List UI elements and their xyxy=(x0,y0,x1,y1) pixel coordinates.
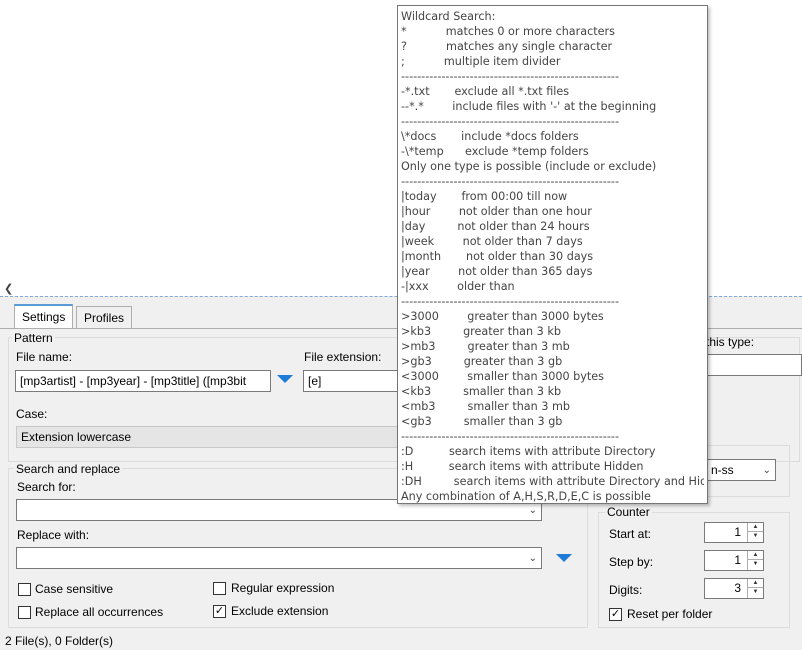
tooltip-line: <kb3 smaller than 3 kb xyxy=(401,385,562,398)
digits-label: Digits: xyxy=(609,583,643,597)
wildcard-help-tooltip: Wildcard Search: * matches 0 or more char… xyxy=(397,5,708,504)
file-name-dropdown-button[interactable] xyxy=(277,375,293,383)
this-type-label: this type: xyxy=(706,335,755,349)
tooltip-line: |day not older than 24 hours xyxy=(401,220,590,233)
tooltip-line: <3000 smaller than 3000 bytes xyxy=(401,370,604,383)
tooltip-line: --*.* include files with '-' at the begi… xyxy=(401,100,657,113)
tooltip-line: :DH search items with attribute Director… xyxy=(401,475,704,488)
spin-down-icon[interactable]: ▼ xyxy=(748,588,763,597)
tooltip-line: ----------------------------------------… xyxy=(401,115,619,128)
tooltip-line: |today from 00:00 till now xyxy=(401,190,568,203)
regex-label: Regular expression xyxy=(231,581,335,595)
tooltip-line: >gb3 greater than 3 gb xyxy=(401,355,563,368)
tooltip-line: ----------------------------------------… xyxy=(401,430,619,443)
file-name-label: File name: xyxy=(16,350,73,364)
step-by-label: Step by: xyxy=(609,555,654,569)
tooltip-line: <gb3 smaller than 3 gb xyxy=(401,415,563,428)
tab-settings[interactable]: Settings xyxy=(14,304,74,328)
tooltip-line: ----------------------------------------… xyxy=(401,295,619,308)
datetime-format-select[interactable]: n-ss ⌄ xyxy=(706,459,776,481)
tooltip-line: \*docs include *docs folders xyxy=(401,130,579,143)
tooltip-lines: Wildcard Search: * matches 0 or more char… xyxy=(401,9,704,504)
scroll-left-icon[interactable]: ❮ xyxy=(4,282,13,296)
tooltip-line: Wildcard Search: xyxy=(401,10,496,23)
tooltip-line: >mb3 greater than 3 mb xyxy=(401,340,570,353)
digits-spin-buttons[interactable]: ▲ ▼ xyxy=(747,579,763,598)
step-by-value: 1 xyxy=(734,553,741,567)
chevron-down-icon[interactable]: ⌄ xyxy=(529,551,537,567)
tooltip-line: :D search items with attribute Directory xyxy=(401,445,656,458)
exclude-extension-label: Exclude extension xyxy=(231,604,329,618)
file-extension-label: File extension: xyxy=(304,350,382,364)
case-select[interactable]: Extension lowercase xyxy=(16,426,402,448)
file-name-input[interactable]: [mp3artist] - [mp3year] - [mp3title] ([m… xyxy=(15,370,271,392)
case-label: Case: xyxy=(16,407,48,421)
start-at-value: 1 xyxy=(734,525,741,539)
chevron-down-icon[interactable]: ⌄ xyxy=(529,503,537,519)
tooltip-line: |year not older than 365 days xyxy=(401,265,593,278)
replace-all-checkbox[interactable] xyxy=(18,606,31,619)
tooltip-line: >3000 greater than 3000 bytes xyxy=(401,310,604,323)
reset-per-folder-label: Reset per folder xyxy=(627,607,713,621)
start-at-label: Start at: xyxy=(609,527,652,541)
case-value: Extension lowercase xyxy=(21,430,132,444)
chevron-down-icon[interactable]: ⌄ xyxy=(763,463,771,479)
replace-with-input[interactable]: ⌄ xyxy=(16,547,542,569)
tooltip-line: >kb3 greater than 3 kb xyxy=(401,325,561,338)
datetime-format-value: n-ss xyxy=(711,463,734,477)
tooltip-line: -|xxx older than xyxy=(401,280,515,293)
exclude-extension-checkbox[interactable]: ✓ xyxy=(213,605,226,618)
status-text: 2 File(s), 0 Folder(s) xyxy=(5,634,114,648)
replace-all-label: Replace all occurrences xyxy=(35,605,164,619)
tooltip-line: ? matches any single character xyxy=(401,40,613,53)
tooltip-line: |hour not older than one hour xyxy=(401,205,592,218)
tooltip-line: |week not older than 7 days xyxy=(401,235,583,248)
file-extension-input[interactable]: [e] xyxy=(303,370,403,392)
tooltip-line: Any combination of A,H,S,R,D,E,C is poss… xyxy=(401,490,651,503)
replace-with-label: Replace with: xyxy=(17,528,90,542)
tooltip-line: ----------------------------------------… xyxy=(401,70,619,83)
search-replace-title: Search and replace xyxy=(14,462,123,476)
status-bar: 2 File(s), 0 Folder(s) xyxy=(0,632,802,650)
tooltip-line: ; multiple item divider xyxy=(401,55,561,68)
spin-up-icon[interactable]: ▲ xyxy=(748,579,763,588)
step-by-spin-buttons[interactable]: ▲ ▼ xyxy=(747,551,763,570)
tooltip-line: |month not older than 30 days xyxy=(401,250,594,263)
tooltip-line: -*.txt exclude all *.txt files xyxy=(401,85,570,98)
spin-up-icon[interactable]: ▲ xyxy=(748,551,763,560)
spin-down-icon[interactable]: ▼ xyxy=(748,560,763,569)
this-type-input[interactable] xyxy=(706,354,802,376)
tooltip-line: :H search items with attribute Hidden xyxy=(401,460,644,473)
tooltip-line: * matches 0 or more characters xyxy=(401,25,615,38)
start-at-spin-buttons[interactable]: ▲ ▼ xyxy=(747,523,763,542)
search-for-label: Search for: xyxy=(17,480,76,494)
file-extension-value: [e] xyxy=(308,374,322,388)
pattern-group-title: Pattern xyxy=(12,331,55,345)
tooltip-line: Only one type is possible (include or ex… xyxy=(401,160,657,173)
tooltip-line: -\*temp exclude *temp folders xyxy=(401,145,589,158)
spin-down-icon[interactable]: ▼ xyxy=(748,532,763,541)
replace-dropdown-button[interactable] xyxy=(556,554,572,562)
counter-title: Counter xyxy=(605,505,652,519)
case-sensitive-label: Case sensitive xyxy=(35,582,114,596)
file-name-value: [mp3artist] - [mp3year] - [mp3title] ([m… xyxy=(20,374,247,388)
digits-value: 3 xyxy=(734,581,741,595)
reset-per-folder-checkbox[interactable]: ✓ xyxy=(609,608,622,621)
spin-up-icon[interactable]: ▲ xyxy=(748,523,763,532)
step-by-spinner[interactable]: 1 ▲ ▼ xyxy=(704,550,764,571)
start-at-spinner[interactable]: 1 ▲ ▼ xyxy=(704,522,764,543)
tooltip-line: <mb3 smaller than 3 mb xyxy=(401,400,570,413)
digits-spinner[interactable]: 3 ▲ ▼ xyxy=(704,578,764,599)
tab-profiles[interactable]: Profiles xyxy=(76,306,133,328)
regex-checkbox[interactable] xyxy=(213,582,226,595)
tooltip-line: ----------------------------------------… xyxy=(401,175,619,188)
case-sensitive-checkbox[interactable] xyxy=(18,583,31,596)
